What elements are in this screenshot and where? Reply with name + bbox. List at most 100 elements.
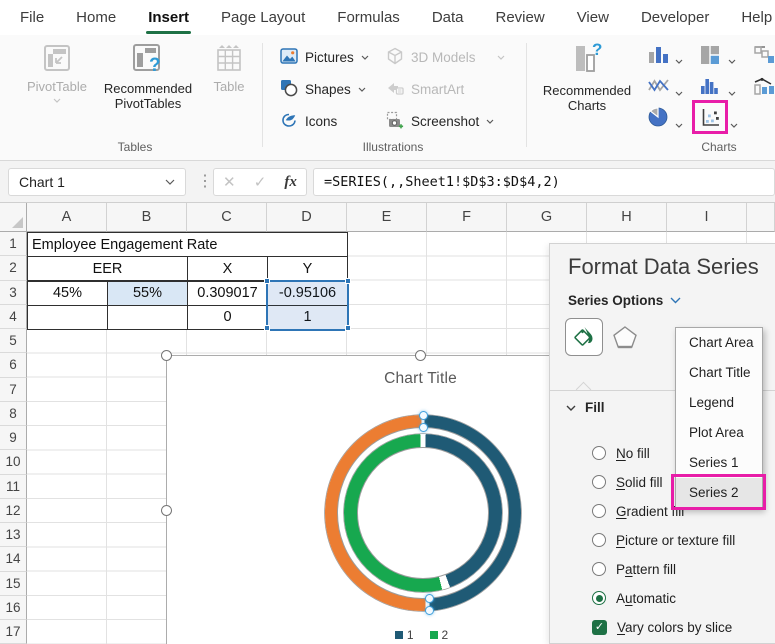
column-header-a[interactable]: A bbox=[27, 203, 107, 232]
row-header-5[interactable]: 5 bbox=[0, 329, 27, 353]
row-header-1[interactable]: 1 bbox=[0, 232, 27, 256]
column-header-g[interactable]: G bbox=[507, 203, 587, 232]
radio-icon[interactable] bbox=[592, 562, 606, 576]
recommended-charts-button[interactable]: ? Recommended Charts bbox=[530, 41, 644, 113]
series-point-handle[interactable] bbox=[425, 594, 434, 603]
fill-option-automatic[interactable]: Automatic bbox=[592, 588, 676, 608]
row-header-14[interactable]: 14 bbox=[0, 547, 27, 571]
name-box[interactable]: Chart 1 bbox=[8, 168, 186, 196]
dropdown-item-plot-area[interactable]: Plot Area bbox=[676, 418, 762, 448]
formula-input[interactable]: =SERIES(,,Sheet1!$D$3:$D$4,2) bbox=[313, 168, 775, 196]
fill-option-no-fill[interactable]: No fill bbox=[592, 443, 650, 463]
radio-icon[interactable] bbox=[592, 475, 606, 489]
cell-c4[interactable]: 0 bbox=[187, 305, 268, 330]
cancel-button[interactable]: ✕ bbox=[223, 173, 236, 191]
tab-review[interactable]: Review bbox=[496, 9, 545, 26]
shapes-button[interactable]: Shapes bbox=[280, 78, 366, 100]
chart-resize-handle-top-middle[interactable] bbox=[415, 350, 426, 361]
selection-handle[interactable] bbox=[264, 278, 270, 284]
checkbox-checked-icon[interactable]: ✓ bbox=[592, 620, 607, 635]
column-header-e[interactable]: E bbox=[347, 203, 427, 232]
column-chart-dropdown[interactable] bbox=[675, 51, 683, 69]
series-point-handle[interactable] bbox=[419, 411, 428, 420]
vary-colors-by-slice-checkbox[interactable]: ✓ Vary colors by slice bbox=[592, 617, 732, 637]
insert-line-chart-button[interactable] bbox=[648, 77, 670, 100]
tab-insert[interactable]: Insert bbox=[148, 9, 189, 26]
cell-a4[interactable] bbox=[27, 305, 108, 330]
column-header-c[interactable]: C bbox=[187, 203, 267, 232]
enter-button[interactable]: ✓ bbox=[254, 173, 267, 191]
cell-b4[interactable] bbox=[107, 305, 188, 330]
column-header-b[interactable]: B bbox=[107, 203, 187, 232]
cell-a1-title[interactable]: Employee Engagement Rate bbox=[27, 232, 348, 257]
column-header-f[interactable]: F bbox=[427, 203, 507, 232]
fill-and-line-tab[interactable] bbox=[565, 318, 603, 356]
tab-file[interactable]: File bbox=[20, 9, 44, 26]
pivottable-button[interactable]: PivotTable bbox=[26, 43, 88, 103]
chart-resize-handle-middle-left[interactable] bbox=[161, 505, 172, 516]
selection-handle[interactable] bbox=[345, 278, 351, 284]
effects-tab[interactable] bbox=[612, 324, 638, 355]
tab-formulas[interactable]: Formulas bbox=[337, 9, 400, 26]
cell-c3[interactable]: 0.309017 bbox=[187, 281, 268, 306]
hierarchy-chart-dropdown[interactable] bbox=[728, 51, 736, 69]
row-header-17[interactable]: 17 bbox=[0, 620, 27, 644]
legend-item-2[interactable]: 2 bbox=[430, 628, 449, 642]
statistic-chart-dropdown[interactable] bbox=[728, 83, 736, 101]
line-chart-dropdown[interactable] bbox=[675, 83, 683, 101]
tab-home[interactable]: Home bbox=[76, 9, 116, 26]
row-header-10[interactable]: 10 bbox=[0, 450, 27, 474]
column-header-d[interactable]: D bbox=[267, 203, 347, 232]
dropdown-item-legend[interactable]: Legend bbox=[676, 388, 762, 418]
radio-checked-icon[interactable] bbox=[592, 591, 606, 605]
insert-pie-chart-button[interactable] bbox=[647, 106, 669, 133]
cell-y-header[interactable]: Y bbox=[267, 256, 348, 281]
row-header-2[interactable]: 2 bbox=[0, 256, 27, 280]
row-header-13[interactable]: 13 bbox=[0, 523, 27, 547]
cell-a3[interactable]: 45% bbox=[27, 281, 108, 306]
series-point-handle[interactable] bbox=[425, 606, 434, 615]
insert-waterfall-chart-button[interactable] bbox=[754, 45, 775, 70]
fill-option-solid-fill[interactable]: Solid fill bbox=[592, 472, 663, 492]
tab-developer[interactable]: Developer bbox=[641, 9, 709, 26]
tab-page-layout[interactable]: Page Layout bbox=[221, 9, 305, 26]
fill-option-pattern-fill[interactable]: Pattern fill bbox=[592, 559, 676, 579]
series-options-selector[interactable]: Series Options bbox=[568, 293, 681, 308]
smartart-button[interactable]: SmartArt bbox=[386, 78, 464, 100]
chevron-down-icon[interactable] bbox=[670, 297, 681, 304]
row-header-15[interactable]: 15 bbox=[0, 572, 27, 596]
column-header-h[interactable]: H bbox=[587, 203, 667, 232]
cell-x-header[interactable]: X bbox=[187, 256, 268, 281]
chart-resize-handle-top-left[interactable] bbox=[161, 350, 172, 361]
selection-handle[interactable] bbox=[345, 325, 351, 331]
chevron-down-icon[interactable] bbox=[165, 179, 175, 185]
row-header-4[interactable]: 4 bbox=[0, 305, 27, 329]
name-box-resizer[interactable]: ⋮ bbox=[197, 171, 212, 191]
insert-statistic-chart-button[interactable] bbox=[700, 76, 720, 100]
insert-column-chart-button[interactable] bbox=[648, 45, 670, 70]
cell-b3[interactable]: 55% bbox=[107, 281, 188, 306]
row-header-16[interactable]: 16 bbox=[0, 596, 27, 620]
insert-function-button[interactable]: fx bbox=[284, 174, 297, 191]
doughnut-chart[interactable] bbox=[325, 415, 521, 611]
row-header-3[interactable]: 3 bbox=[0, 281, 27, 305]
insert-hierarchy-chart-button[interactable] bbox=[700, 45, 720, 70]
icons-button[interactable]: Icons bbox=[280, 110, 337, 132]
row-header-11[interactable]: 11 bbox=[0, 475, 27, 499]
row-header-8[interactable]: 8 bbox=[0, 402, 27, 426]
series-point-handle[interactable] bbox=[419, 423, 428, 432]
pie-chart-dropdown[interactable] bbox=[675, 115, 683, 133]
legend-item-1[interactable]: 1 bbox=[395, 628, 414, 642]
select-all-corner[interactable] bbox=[0, 203, 27, 232]
column-header-partial[interactable] bbox=[747, 203, 775, 232]
tab-view[interactable]: View bbox=[577, 9, 609, 26]
pictures-button[interactable]: Pictures bbox=[280, 46, 369, 68]
row-header-9[interactable]: 9 bbox=[0, 426, 27, 450]
scatter-chart-dropdown[interactable] bbox=[730, 115, 738, 133]
fill-option-picture-fill[interactable]: Picture or texture fill bbox=[592, 530, 735, 550]
fill-section-header[interactable]: Fill bbox=[566, 400, 605, 415]
radio-icon[interactable] bbox=[592, 504, 606, 518]
selection-range-d3-d4[interactable] bbox=[266, 280, 349, 331]
insert-combo-chart-button[interactable] bbox=[754, 77, 775, 100]
tab-help[interactable]: Help bbox=[741, 9, 772, 26]
